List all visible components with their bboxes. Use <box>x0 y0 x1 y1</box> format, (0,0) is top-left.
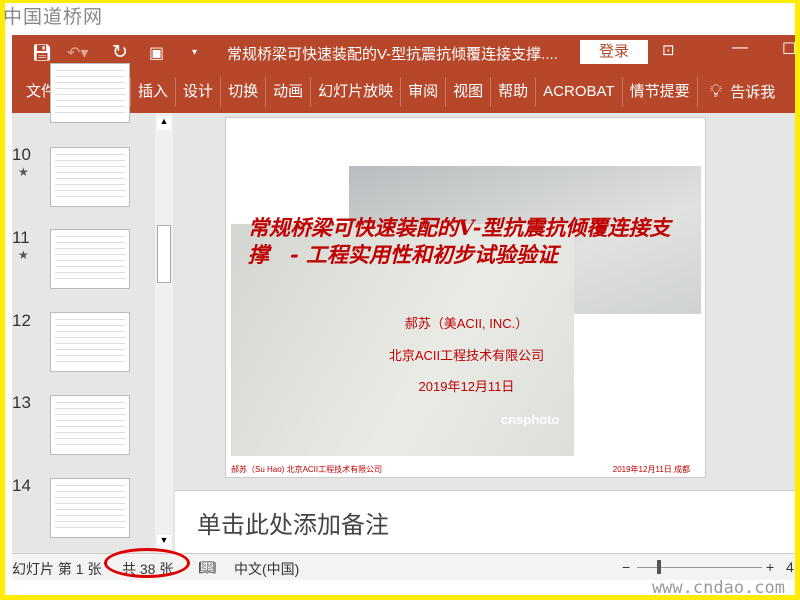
slide-thumbnail[interactable] <box>50 229 130 289</box>
slide-number: 12 <box>12 311 31 330</box>
language-indicator[interactable]: 中文(中国) <box>234 559 299 579</box>
slide-number: 11 <box>12 228 30 247</box>
tab-animations[interactable]: 动画 <box>266 76 312 107</box>
tab-transitions[interactable]: 切换 <box>221 76 267 107</box>
tab-insert[interactable]: 插入 <box>131 76 177 107</box>
highlight-circle <box>104 548 190 578</box>
tab-review[interactable]: 审阅 <box>401 76 447 107</box>
zoom-in-icon[interactable]: + <box>766 559 774 575</box>
animation-star-icon: ★ <box>18 248 29 262</box>
scroll-thumb[interactable] <box>157 225 171 283</box>
slide-number: 14 <box>12 476 31 495</box>
slide-thumbnail[interactable] <box>50 63 130 123</box>
zoom-level[interactable]: 4 <box>786 559 794 575</box>
slide-title[interactable]: 常规桥梁可快速装配的V-型抗震抗倾覆连接支撑 - 工程实用性和初步试验验证 <box>248 214 698 268</box>
slide-canvas[interactable]: cnsphoto 常规桥梁可快速装配的V-型抗震抗倾覆连接支撑 - 工程实用性和… <box>225 117 706 478</box>
slide-thumbnail[interactable] <box>50 395 130 455</box>
maximize-icon[interactable]: ☐ <box>782 39 796 59</box>
slide-footer-left: 郝苏（Su Hao) 北京ACII工程技术有限公司 <box>231 465 383 474</box>
login-button[interactable]: 登录 <box>580 40 648 64</box>
tab-view[interactable]: 视图 <box>446 76 492 107</box>
undo-icon[interactable]: ↶▾ <box>67 43 88 63</box>
slide-number: 10 <box>12 145 31 164</box>
document-title: 常规桥梁可快速装配的V-型抗震抗倾覆连接支撑.... <box>227 46 558 63</box>
watermark-bottom: www.cndao.com <box>651 578 785 598</box>
tab-storyboard[interactable]: 情节提要 <box>623 76 698 107</box>
ribbon-display-icon[interactable]: ⊡ <box>662 41 675 59</box>
slide-indicator: 幻灯片 第 1 张 <box>12 561 102 577</box>
watermark-top: 中国道桥网 <box>3 6 104 28</box>
slide-number: 13 <box>12 393 31 412</box>
photo-credit: cnsphoto <box>501 412 560 427</box>
slide-company[interactable]: 北京ACII工程技术有限公司 <box>226 345 705 364</box>
slide-footer-right: 2019年12月11日 成都 <box>612 465 690 474</box>
save-icon[interactable]: 💾︎ <box>32 43 52 63</box>
present-icon[interactable]: ▣ <box>149 43 164 63</box>
thumbnail-pane[interactable]: 10 ★ 11 ★ 12 13 14 ▲ ▼ <box>12 63 175 553</box>
tab-help[interactable]: 帮助 <box>491 76 537 107</box>
scroll-down-icon[interactable]: ▼ <box>157 535 171 549</box>
animation-star-icon: ★ <box>18 165 29 179</box>
thumbnail-scrollbar[interactable]: ▲ ▼ <box>155 113 173 553</box>
customize-icon[interactable]: ▾ <box>192 47 197 58</box>
notes-pane[interactable]: 单击此处添加备注 <box>175 490 795 553</box>
tell-me-input[interactable]: 告诉我 <box>730 81 775 102</box>
minimize-icon[interactable]: — <box>732 39 748 57</box>
tab-slideshow[interactable]: 幻灯片放映 <box>311 76 402 107</box>
lightbulb-icon: 💡︎ <box>709 81 723 101</box>
redo-icon[interactable]: ↻ <box>112 41 128 64</box>
zoom-slider[interactable] <box>637 567 762 568</box>
slide-date[interactable]: 2019年12月11日 <box>226 376 705 395</box>
spellcheck-icon[interactable]: 📖︎ <box>198 559 216 576</box>
slide-thumbnail[interactable] <box>50 312 130 372</box>
scroll-up-icon[interactable]: ▲ <box>157 116 171 130</box>
tab-design[interactable]: 设计 <box>176 76 222 107</box>
zoom-slider-thumb[interactable] <box>657 560 661 574</box>
zoom-out-icon[interactable]: − <box>622 559 630 575</box>
tab-acrobat[interactable]: ACROBAT <box>536 76 623 107</box>
slide-author[interactable]: 郝苏（美ACII, INC.） <box>226 313 705 332</box>
slide-thumbnail[interactable] <box>50 478 130 538</box>
slide-thumbnail[interactable] <box>50 147 130 207</box>
